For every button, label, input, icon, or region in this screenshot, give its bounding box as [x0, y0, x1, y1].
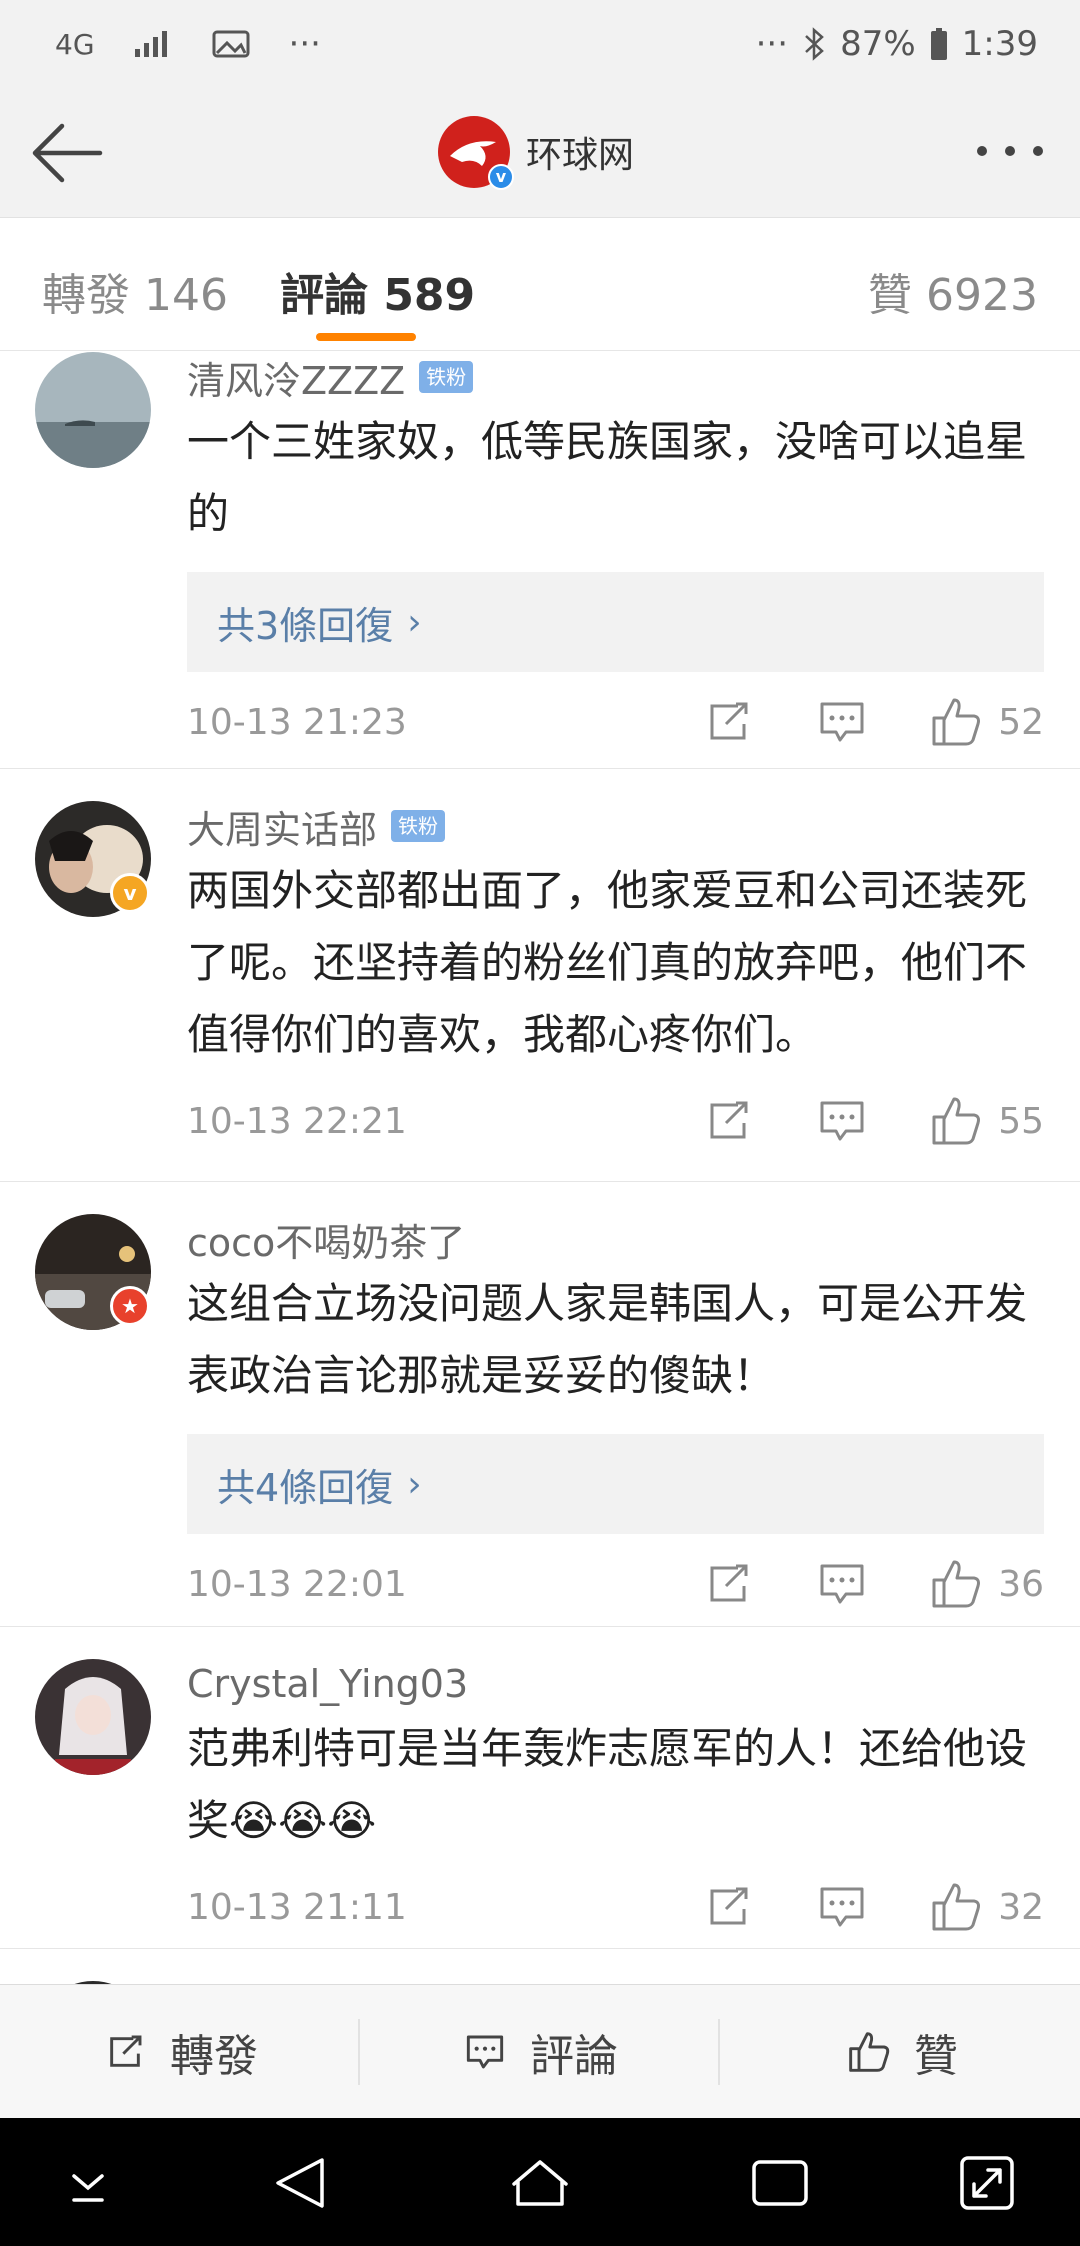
network-indicator: 4G — [55, 27, 95, 61]
expand-icon[interactable] — [948, 2148, 1028, 2218]
recent-apps-icon[interactable] — [740, 2148, 820, 2218]
replies-label: 共4條回復 — [217, 1465, 394, 1510]
repost-icon[interactable] — [698, 694, 758, 750]
like-button[interactable]: 贊 — [844, 1985, 958, 2119]
red-verified-icon: ★ — [110, 1286, 150, 1326]
like-count: 55 — [998, 1100, 1044, 1142]
comment-item: ★ coco不喝奶茶了 这组合立场没问题人家是韩国人，可是公开发表政治言论那就是… — [0, 1182, 1080, 1627]
comment-footer: 10-13 21:23 52 — [187, 672, 1044, 772]
comment-body: Crystal_Ying03 范弗利特可是当年轰炸志愿军的人！还给他设奖😭😭😭 … — [187, 1659, 1044, 1957]
chevron-right-icon: › — [407, 601, 422, 643]
comment-icon — [466, 2035, 504, 2069]
divider — [718, 2019, 720, 2085]
like-icon — [849, 2032, 890, 2072]
comment-text: 一个三姓家奴，低等民族国家，没啥可以追星的 — [187, 417, 1028, 538]
fan-badge: 铁粉 — [391, 810, 446, 842]
fan-badge: 铁粉 — [419, 361, 474, 393]
avatar-image — [35, 352, 151, 468]
comment-item: v 大周实话部 铁粉 两国外交部都出面了，他家爱豆和公司还装死了呢。还坚持着的粉… — [0, 769, 1080, 1182]
divider — [358, 2019, 360, 2085]
battery-percent: 87% — [840, 24, 916, 64]
comment-footer: 10-13 22:01 36 — [187, 1534, 1044, 1634]
comment-icon[interactable] — [812, 1093, 872, 1149]
home-icon[interactable] — [500, 2148, 580, 2218]
comment-body: 大周实话部 铁粉 两国外交部都出面了，他家爱豆和公司还装死了呢。还坚持着的粉丝们… — [187, 801, 1044, 1171]
comment-time: 10-13 22:21 — [187, 1101, 407, 1142]
repost-label: 轉發 — [170, 2031, 258, 2082]
signal-icon — [134, 31, 167, 57]
comment-icon[interactable] — [812, 1556, 872, 1612]
back-icon[interactable] — [262, 2148, 342, 2218]
comment-text: 范弗利特可是当年轰炸志愿军的人！还给他设奖😭😭😭 — [187, 1724, 1028, 1845]
replies-label: 共3條回復 — [217, 603, 394, 648]
comment-footer: 10-13 22:21 55 — [187, 1071, 1044, 1171]
comment-body: coco不喝奶茶了 这组合立场没问题人家是韩国人，可是公开发表政治言论那就是妥妥… — [187, 1214, 1044, 1634]
like-icon[interactable] — [926, 1556, 986, 1612]
replies-link[interactable]: 共3條回復 › — [187, 572, 1044, 672]
like-count: 32 — [998, 1886, 1044, 1928]
comment-body: 喔嚯噢嚯 — [187, 1975, 1044, 1985]
comment-list[interactable]: 清风泠ZZZZ 铁粉 一个三姓家奴，低等民族国家，没啥可以追星的 共3條回復 ›… — [0, 352, 1080, 1984]
comment-item: Crystal_Ying03 范弗利特可是当年轰炸志愿军的人！还给他设奖😭😭😭 … — [0, 1627, 1080, 1949]
like-icon[interactable] — [926, 1879, 986, 1935]
repost-icon — [110, 2035, 142, 2067]
like-count: 52 — [998, 701, 1044, 743]
interaction-tabs: 轉發 146 評論 589 贊 6923 — [0, 219, 1080, 351]
commenter-name[interactable]: 大周实话部 — [187, 799, 377, 854]
comment-text: 这组合立场没问题人家是韩国人，可是公开发表政治言论那就是妥妥的傻缺！ — [187, 1279, 1028, 1400]
comment-item: 清风泠ZZZZ 铁粉 一个三姓家奴，低等民族国家，没啥可以追星的 共3條回復 ›… — [0, 352, 1080, 769]
hide-keyboard-icon[interactable] — [48, 2148, 128, 2218]
comment-time: 10-13 21:23 — [187, 702, 407, 743]
status-more-right: ··· — [755, 24, 789, 64]
tab-likes[interactable]: 贊 6923 — [868, 259, 1038, 323]
comment-text: 两国外交部都出面了，他家爱豆和公司还装死了呢。还坚持着的粉丝们真的放弃吧，他们不… — [187, 866, 1028, 1059]
battery-icon — [930, 28, 947, 60]
image-icon — [212, 30, 250, 58]
back-arrow-icon[interactable] — [28, 118, 108, 188]
tab-comments[interactable]: 評論 589 — [280, 259, 475, 323]
repost-icon[interactable] — [698, 1093, 758, 1149]
comment-label: 評論 — [530, 2031, 618, 2082]
commenter-name[interactable]: coco不喝奶茶了 — [187, 1212, 465, 1267]
status-bar: 4G ··· ··· 87% 1:39 — [0, 0, 1080, 90]
comment-time: 10-13 21:11 — [187, 1887, 407, 1928]
replies-link[interactable]: 共4條回復 › — [187, 1434, 1044, 1534]
verified-icon: v — [488, 164, 514, 190]
comment-icon[interactable] — [812, 694, 872, 750]
repost-icon[interactable] — [698, 1879, 758, 1935]
app-header: v 环球网 — [0, 90, 1080, 218]
bluetooth-icon — [805, 27, 824, 61]
comment-body: 清风泠ZZZZ 铁粉 一个三姓家奴，低等民族国家，没啥可以追星的 共3條回復 ›… — [187, 352, 1044, 772]
active-tab-indicator — [316, 333, 416, 341]
system-nav-bar — [0, 2118, 1080, 2246]
comment-time: 10-13 22:01 — [187, 1564, 407, 1605]
comment-item: 喔嚯噢嚯 — [0, 1949, 1080, 1984]
commenter-name[interactable]: Crystal_Ying03 — [187, 1662, 468, 1706]
commenter-name[interactable]: 清风泠ZZZZ — [187, 352, 405, 405]
comment-button[interactable]: 評論 — [460, 1985, 618, 2119]
repost-icon[interactable] — [698, 1556, 758, 1612]
account-avatar[interactable]: v — [438, 116, 514, 190]
gold-verified-icon: v — [110, 873, 150, 913]
tab-reposts[interactable]: 轉發 146 — [42, 259, 228, 323]
bottom-action-bar: 轉發 評論 贊 — [0, 1984, 1080, 2118]
commenter-name[interactable]: 喔嚯噢嚯 — [187, 1975, 339, 1985]
comment-footer: 10-13 21:11 32 — [187, 1857, 1044, 1957]
like-count: 36 — [998, 1563, 1044, 1605]
more-options-icon[interactable] — [970, 126, 1050, 176]
like-icon[interactable] — [926, 1093, 986, 1149]
like-icon[interactable] — [926, 694, 986, 750]
chevron-right-icon: › — [407, 1463, 422, 1505]
account-name: 环球网 — [526, 135, 635, 176]
avatar-image — [35, 1659, 151, 1775]
like-label: 贊 — [914, 2031, 958, 2082]
status-more-left: ··· — [288, 24, 321, 64]
status-time: 1:39 — [961, 24, 1038, 64]
avatar[interactable] — [35, 352, 151, 468]
repost-button[interactable]: 轉發 — [100, 1985, 258, 2119]
avatar[interactable] — [35, 1659, 151, 1775]
comment-icon[interactable] — [812, 1879, 872, 1935]
account-header[interactable]: v 环球网 — [438, 116, 635, 190]
